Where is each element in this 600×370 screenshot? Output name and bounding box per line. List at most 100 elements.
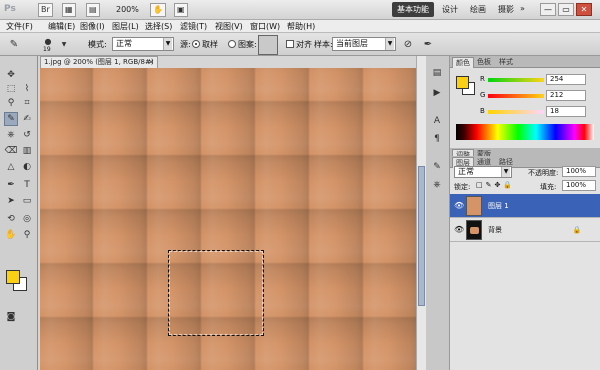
3d-rotate-icon[interactable]: ⟲	[4, 212, 18, 226]
workspace-essentials[interactable]: 基本功能	[392, 2, 434, 17]
brush-tool-icon[interactable]: ✍	[20, 112, 34, 126]
layer-name: 图层 1	[488, 202, 509, 210]
opacity-input[interactable]: 100%	[562, 166, 596, 177]
arrange-documents-icon[interactable]: ▣	[174, 3, 188, 17]
hand-tool-icon[interactable]: ✋	[4, 228, 18, 242]
menu-window[interactable]: 窗口(W)	[250, 21, 280, 32]
history-brush-icon[interactable]: ↺	[20, 128, 34, 142]
layer-row[interactable]: 👁 图层 1	[450, 194, 600, 218]
shape-tool-icon[interactable]: ▭	[20, 194, 34, 208]
healing-brush-tool-icon[interactable]: ✎	[6, 37, 22, 53]
close-button[interactable]: ✕	[576, 3, 592, 16]
channel-g-slider[interactable]	[488, 94, 544, 98]
workspace-photography[interactable]: 摄影	[498, 4, 514, 15]
workspace-painting[interactable]: 绘画	[470, 4, 486, 15]
tab-styles[interactable]: 样式	[496, 57, 516, 68]
photoshop-logo: Ps	[4, 4, 16, 14]
vertical-scrollbar[interactable]	[416, 56, 426, 370]
tab-swatches[interactable]: 色板	[474, 57, 494, 68]
restore-button[interactable]: ▭	[558, 3, 574, 16]
menu-help[interactable]: 帮助(H)	[287, 21, 315, 32]
zoom-level[interactable]: 200%	[116, 3, 139, 17]
pen-tool-icon[interactable]: ✒	[4, 178, 18, 192]
blur-tool-icon[interactable]: △	[4, 160, 18, 174]
zoom-tool-icon[interactable]: ⚲	[20, 228, 34, 242]
dodge-tool-icon[interactable]: ◐	[20, 160, 34, 174]
menu-file[interactable]: 文件(F)	[6, 21, 33, 32]
document-title: 1.jpg @ 200% (图层 1, RGB/8#)	[44, 58, 154, 66]
actions-panel-icon[interactable]: ▶	[430, 86, 444, 100]
gradient-tool-icon[interactable]: ▥	[20, 144, 34, 158]
channel-b-input[interactable]: 18	[546, 106, 586, 117]
quick-mask-icon[interactable]: ◙	[4, 310, 18, 324]
opacity-label: 不透明度:	[528, 169, 559, 177]
sample-value: 当前图层	[336, 39, 368, 48]
workspace-design[interactable]: 设计	[442, 4, 458, 15]
channel-r-input[interactable]: 254	[546, 74, 586, 85]
brush-panel-icon[interactable]: ✎	[430, 160, 444, 174]
sample-label: 样本:	[314, 40, 333, 49]
marquee-selection[interactable]	[168, 250, 264, 336]
tab-color[interactable]: 颜色	[452, 57, 474, 68]
channel-r-label: R	[480, 75, 485, 83]
channel-g-input[interactable]: 212	[546, 90, 586, 101]
eye-icon[interactable]: 👁	[454, 225, 464, 235]
menu-image[interactable]: 图像(I)	[80, 21, 105, 32]
layers-panel: 正常 ▼ 不透明度: 100% 锁定: □✎✥🔒 填充: 100% 👁 图层 1…	[450, 166, 600, 370]
clone-source-panel-icon[interactable]: ⎈	[430, 178, 444, 192]
mode-value: 正常	[116, 39, 132, 48]
image-canvas[interactable]	[40, 68, 416, 370]
guides-icon[interactable]: ▤	[86, 3, 100, 17]
3d-orbit-icon[interactable]: ◎	[20, 212, 34, 226]
workspace-more-icon[interactable]: »	[520, 4, 525, 13]
chevron-down-icon[interactable]: ▼	[56, 37, 72, 53]
options-bar: ✎ ● 19 ▼ 模式: 正常 ▼ 源: 取样 图案: 对齐 样本: 当前图层 …	[0, 32, 600, 56]
menu-layer[interactable]: 图层(L)	[112, 21, 139, 32]
scrollbar-thumb[interactable]	[418, 166, 425, 306]
eraser-tool-icon[interactable]: ⌫	[4, 144, 18, 158]
marquee-tool-icon[interactable]: ⬚	[4, 82, 18, 96]
aligned-label: 对齐	[296, 40, 312, 49]
fill-input[interactable]: 100%	[562, 180, 596, 191]
character-panel-icon[interactable]: A	[430, 114, 444, 128]
minimize-button[interactable]: —	[540, 3, 556, 16]
color-spectrum-bar[interactable]	[456, 124, 594, 140]
type-tool-icon[interactable]: T	[20, 178, 34, 192]
aligned-checkbox[interactable]	[286, 40, 294, 48]
lock-options-icon[interactable]: □✎✥🔒	[476, 181, 515, 189]
channel-r-slider[interactable]	[488, 78, 544, 82]
clone-stamp-icon[interactable]: ⎈	[4, 128, 18, 142]
source-sampled-radio[interactable]	[192, 40, 200, 48]
paragraph-panel-icon[interactable]: ¶	[430, 132, 444, 146]
mode-select[interactable]: 正常 ▼	[112, 37, 174, 51]
menu-view[interactable]: 视图(V)	[215, 21, 243, 32]
foreground-color-swatch[interactable]	[456, 76, 469, 89]
minibridge-icon[interactable]: ▦	[62, 3, 76, 17]
bridge-button[interactable]: Br	[38, 3, 53, 17]
menu-bar: 文件(F) 编辑(E) 图像(I) 图层(L) 选择(S) 滤镜(T) 视图(V…	[0, 20, 600, 32]
pressure-icon[interactable]: ✒	[420, 37, 436, 53]
ignore-adjustment-layers-icon[interactable]: ⊘	[400, 37, 416, 53]
crop-tool-icon[interactable]: ⌗	[20, 96, 34, 110]
healing-brush-icon[interactable]: ✎	[4, 112, 18, 126]
source-pattern-radio[interactable]	[228, 40, 236, 48]
foreground-color-swatch[interactable]	[6, 270, 20, 284]
document-tab[interactable]: 1.jpg @ 200% (图层 1, RGB/8#) ×	[40, 56, 158, 68]
panel-dock: ▤ ▶ A ¶ ✎ ⎈	[426, 56, 450, 370]
hand-view-icon[interactable]: ✋	[150, 3, 166, 17]
menu-filter[interactable]: 滤镜(T)	[180, 21, 207, 32]
quick-selection-icon[interactable]: ⚲	[4, 96, 18, 110]
pattern-picker[interactable]	[258, 35, 278, 55]
channel-b-slider[interactable]	[488, 110, 544, 114]
layer-row[interactable]: 👁 背景 🔒	[450, 218, 600, 242]
path-selection-icon[interactable]: ➤	[4, 194, 18, 208]
history-panel-icon[interactable]: ▤	[430, 66, 444, 80]
sample-select[interactable]: 当前图层 ▼	[332, 37, 396, 51]
blend-mode-select[interactable]: 正常 ▼	[454, 166, 512, 178]
menu-edit[interactable]: 编辑(E)	[48, 21, 75, 32]
close-icon[interactable]: ×	[148, 57, 154, 68]
eye-icon[interactable]: 👁	[454, 201, 464, 211]
menu-select[interactable]: 选择(S)	[145, 21, 172, 32]
lasso-tool-icon[interactable]: ⌇	[20, 82, 34, 96]
move-tool-icon[interactable]: ✥	[4, 68, 18, 82]
